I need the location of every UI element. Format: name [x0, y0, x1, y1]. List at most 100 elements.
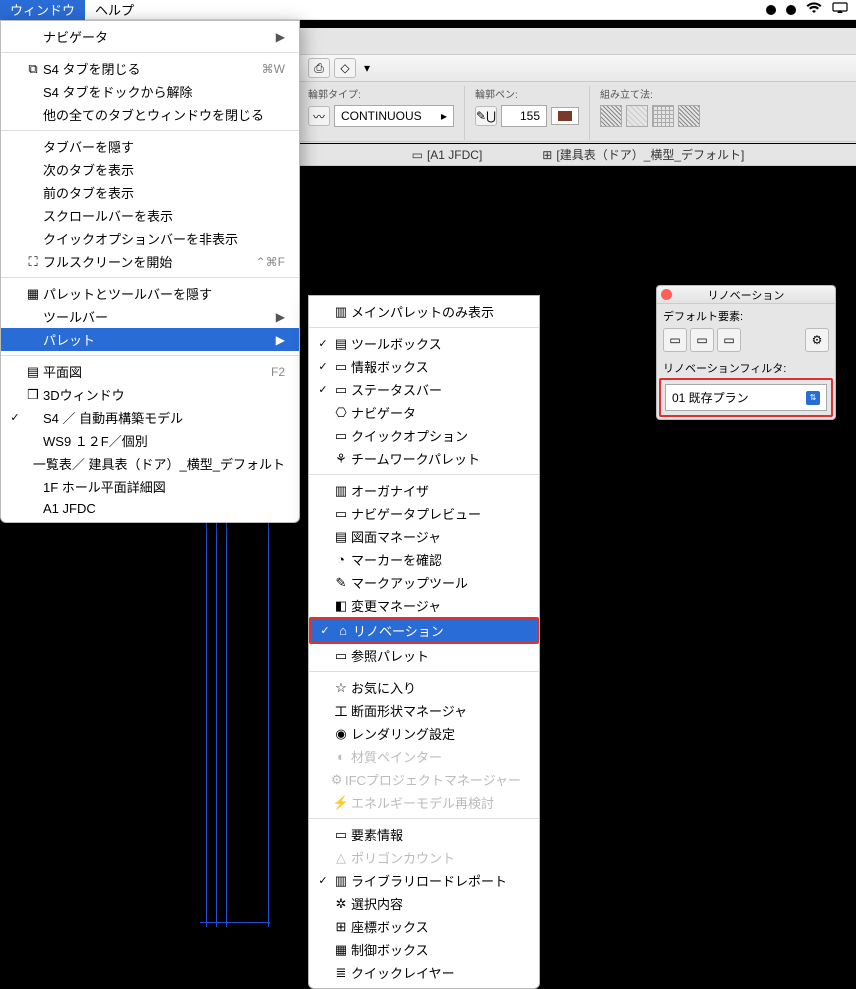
linetype-icon[interactable]: 〰 — [308, 106, 330, 126]
wifi-icon — [806, 2, 822, 17]
menu-a1-jfdc[interactable]: A1 JFDC — [1, 498, 299, 518]
tool-icon[interactable]: ⎙ — [308, 58, 330, 78]
pen-color-swatch[interactable] — [551, 107, 579, 125]
menu-3d-window[interactable]: ❒ 3Dウィンドウ — [1, 383, 299, 406]
layer-icon: ≣ — [331, 965, 351, 981]
organizer-icon: ▥ — [331, 483, 351, 499]
menu-hide-quickoptions[interactable]: クイックオプションバーを非表示 — [1, 227, 299, 250]
menu-show-next-tab[interactable]: 次のタブを表示 — [1, 158, 299, 181]
renovation-icon: ⌂ — [333, 623, 353, 638]
menu-toolbars[interactable]: ツールバー ▶ — [1, 305, 299, 328]
palette-icon: ▦ — [23, 286, 43, 302]
submenu-coord-box[interactable]: ⊞座標ボックス — [309, 915, 539, 938]
submenu-quickoption[interactable]: ▭クイックオプション — [309, 424, 539, 447]
submenu-toolbox[interactable]: ✓▤ツールボックス — [309, 332, 539, 355]
submenu-material-painter: ◐材質ペインター — [309, 745, 539, 768]
submenu-profile-mgr[interactable]: 工断面形状マネージャ — [309, 699, 539, 722]
submenu-change-mgr[interactable]: ◧変更マネージャ — [309, 594, 539, 617]
menu-help[interactable]: ヘルプ — [85, 0, 144, 21]
hatch-3-button[interactable] — [652, 105, 674, 127]
filter-value: 01 既存プラン — [672, 389, 749, 406]
menu-navigator[interactable]: ナビゲータ ▶ — [1, 25, 299, 48]
submenu-render-settings[interactable]: ◉レンダリング設定 — [309, 722, 539, 745]
polycount-icon: △ — [331, 850, 351, 866]
tab-a1-jfdc[interactable]: ▭ [A1 JFDC] — [412, 148, 483, 162]
palette-title: リノベーション — [708, 287, 785, 303]
menu-close-all-others[interactable]: 他の全てのタブとウィンドウを閉じる — [1, 103, 299, 126]
submenu-teamwork[interactable]: ⚘チームワークパレット — [309, 447, 539, 470]
status-dot-icon — [786, 5, 796, 15]
hatch-4-button[interactable] — [678, 105, 700, 127]
submenu-control-box[interactable]: ▦制御ボックス — [309, 938, 539, 961]
menu-window[interactable]: ウィンドウ — [0, 0, 85, 21]
construction-label: 組み立て法: — [600, 86, 700, 101]
floorplan-icon: ▤ — [23, 364, 43, 380]
submenu-nav-preview[interactable]: ▭ナビゲータプレビュー — [309, 502, 539, 525]
menu-show-prev-tab[interactable]: 前のタブを表示 — [1, 181, 299, 204]
chevron-down-icon[interactable]: ▾ — [360, 61, 374, 75]
submenu-check-markers[interactable]: ◔マーカーを確認 — [309, 548, 539, 571]
ifc-icon: ⚙ — [328, 772, 345, 788]
tab-schedule[interactable]: ⊞ [建具表（ドア）_横型_デフォルト] — [542, 146, 744, 163]
submenu-quick-layer[interactable]: ≣クイックレイヤー — [309, 961, 539, 984]
close-tab-icon: ⧉ — [23, 61, 43, 77]
status-new-button[interactable]: ▭ — [717, 328, 741, 352]
sheet-icon: ▭ — [412, 148, 423, 162]
filter-section: リノベーションフィルタ: — [657, 356, 835, 376]
markup-icon: ✎ — [331, 575, 351, 591]
chevron-updown-icon: ⇅ — [806, 391, 820, 405]
submenu-organizer[interactable]: ▥オーガナイザ — [309, 479, 539, 502]
airplay-icon — [832, 2, 848, 17]
energy-icon: ⚡ — [331, 795, 351, 811]
hatch-1-button[interactable] — [600, 105, 622, 127]
palette-icon: ▥ — [331, 304, 351, 320]
menu-ws9[interactable]: WS9 １２F／個別 — [1, 429, 299, 452]
submenu-statusbar[interactable]: ✓▭ステータスバー — [309, 378, 539, 401]
submenu-main-only[interactable]: ▥メインパレットのみ表示 — [309, 300, 539, 323]
profile-icon: 工 — [331, 701, 351, 720]
menu-s4-rebuild[interactable]: ✓ S4 ／ 自動再構築モデル — [1, 406, 299, 429]
menu-palettes[interactable]: パレット ▶ — [1, 328, 299, 351]
chevron-right-icon: ▸ — [441, 109, 447, 123]
fullscreen-icon: ⛶ — [23, 254, 43, 270]
menu-undock-s4[interactable]: S4 タブをドックから解除 — [1, 80, 299, 103]
outline-type-combo[interactable]: CONTINUOUS ▸ — [334, 105, 454, 127]
menu-fullscreen[interactable]: ⛶ フルスクリーンを開始 ⌃⌘F — [1, 250, 299, 273]
statusbar-icon: ▭ — [331, 382, 351, 398]
palette-close-button[interactable] — [661, 289, 672, 300]
submenu-infobox[interactable]: ✓▭情報ボックス — [309, 355, 539, 378]
selection-icon: ✲ — [331, 896, 351, 912]
drawing-mgr-icon: ▤ — [331, 529, 351, 545]
submenu-lib-load-report[interactable]: ✓▥ライブラリロードレポート — [309, 869, 539, 892]
hatch-2-button[interactable] — [626, 105, 648, 127]
renovation-filter-select[interactable]: 01 既存プラン ⇅ — [665, 384, 827, 411]
submenu-favorites[interactable]: ☆お気に入り — [309, 676, 539, 699]
submenu-element-info[interactable]: ▭要素情報 — [309, 823, 539, 846]
submenu-selection[interactable]: ✲選択内容 — [309, 892, 539, 915]
menu-show-scrollbar[interactable]: スクロールバーを表示 — [1, 204, 299, 227]
menu-schedule[interactable]: 一覧表／ 建具表（ドア）_横型_デフォルト — [1, 452, 299, 475]
submenu-ref-palette[interactable]: ▭参照パレット — [309, 644, 539, 667]
submenu-navigator[interactable]: ⎔ナビゲータ — [309, 401, 539, 424]
menu-hall-detail[interactable]: 1F ホール平面詳細図 — [1, 475, 299, 498]
status-demolish-button[interactable]: ▭ — [690, 328, 714, 352]
menu-close-s4-tab[interactable]: ⧉ S4 タブを閉じる ⌘W — [1, 57, 299, 80]
menu-hide-palettes[interactable]: ▦ パレットとツールバーを隠す — [1, 282, 299, 305]
menu-hide-tabbar[interactable]: タブバーを隠す — [1, 135, 299, 158]
outline-pen-value[interactable]: 155 — [501, 105, 547, 127]
menu-floor-plan[interactable]: ▤ 平面図 F2 — [1, 360, 299, 383]
palette-titlebar[interactable]: リノベーション — [657, 286, 835, 304]
submenu-drawing-mgr[interactable]: ▤図面マネージャ — [309, 525, 539, 548]
submenu-renovation[interactable]: ✓⌂リノベーション — [311, 619, 537, 642]
outline-pen-label: 輪郭ペン: — [475, 86, 579, 101]
tab-label: [建具表（ドア）_横型_デフォルト] — [556, 146, 744, 163]
camera-icon: ◉ — [331, 726, 351, 742]
submenu-arrow-icon: ▶ — [276, 310, 285, 324]
submenu-markup[interactable]: ✎マークアップツール — [309, 571, 539, 594]
library-icon: ▥ — [331, 873, 351, 889]
settings-button[interactable]: ⚙ — [805, 328, 829, 352]
coords-icon: ⊞ — [331, 919, 351, 935]
status-existing-button[interactable]: ▭ — [663, 328, 687, 352]
tool-icon[interactable]: ◇ — [334, 58, 356, 78]
pen-icon[interactable]: ✎⋃ — [475, 106, 497, 126]
